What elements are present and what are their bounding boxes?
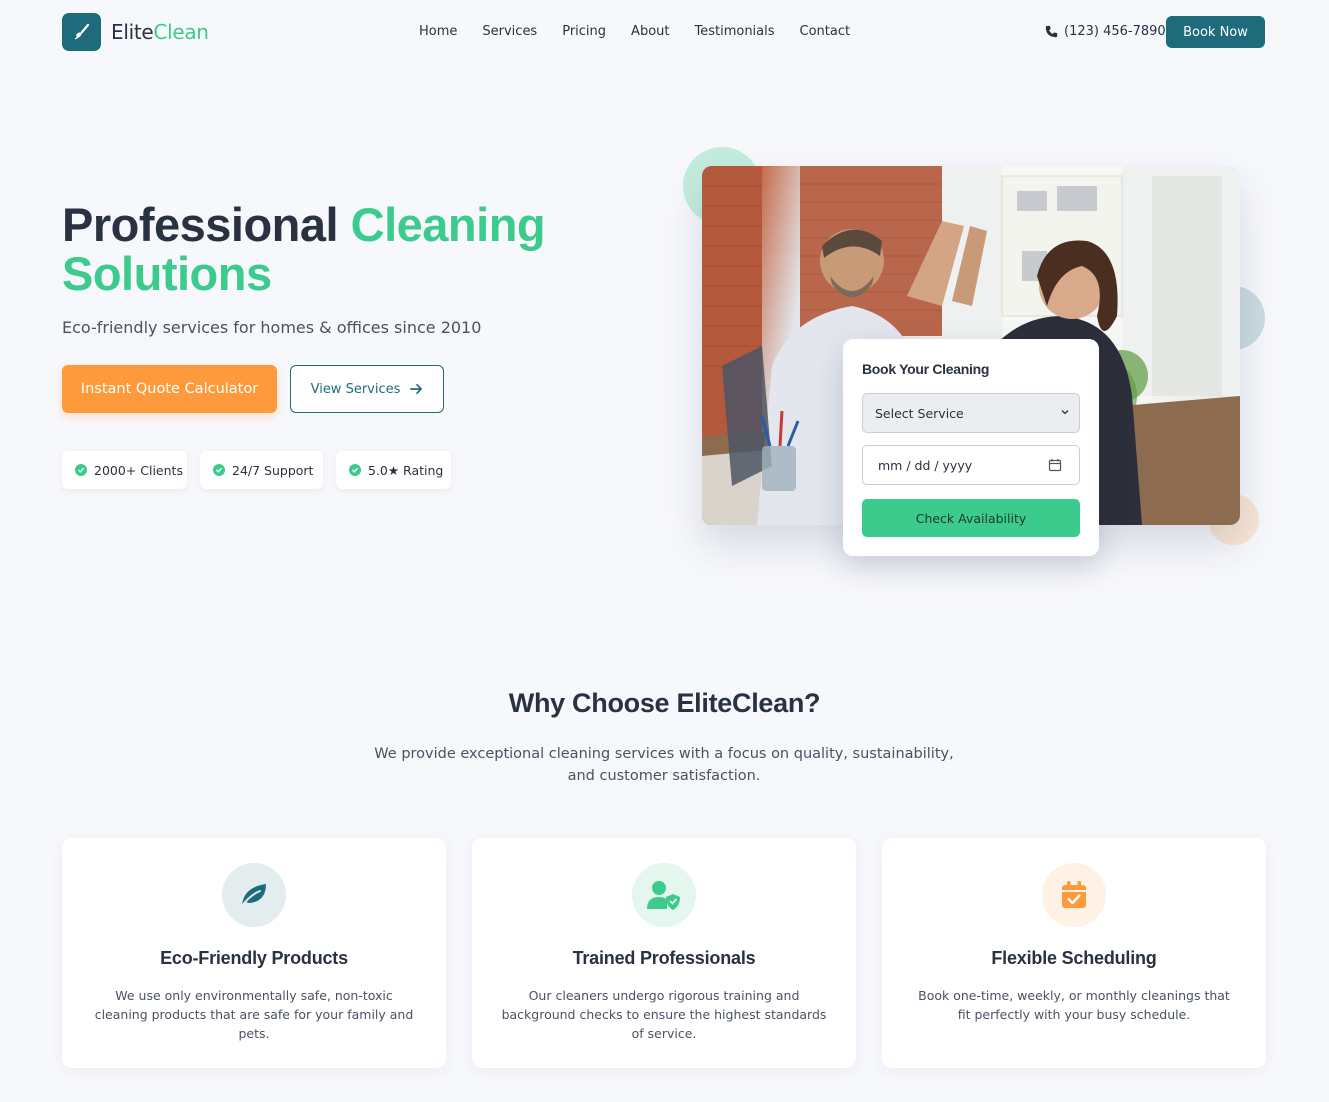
badge-label: 5.0★ Rating — [368, 462, 444, 478]
card-text: Book one-time, weekly, or monthly cleani… — [918, 988, 1230, 1022]
section-subtitle: We provide exceptional cleaning services… — [374, 746, 954, 784]
card-title: Flexible Scheduling — [991, 948, 1157, 968]
check-circle-icon — [75, 464, 87, 476]
check-circle-icon — [349, 464, 361, 476]
broom-icon[interactable] — [62, 13, 101, 51]
top-nav: EliteClean Home Services Pricing About T… — [0, 0, 1329, 64]
calendar-check-icon — [1042, 863, 1106, 927]
view-services-button[interactable]: View Services — [290, 365, 444, 413]
nav-item-pricing[interactable]: Pricing — [562, 24, 606, 39]
hero-title-part1: Professional — [62, 198, 351, 251]
calendar-icon[interactable] — [1048, 458, 1062, 472]
booking-form-card: Book Your Cleaning Select Service mm / d… — [843, 339, 1099, 556]
date-input-placeholder: mm / dd / yyyy — [878, 457, 973, 473]
view-services-label: View Services — [310, 381, 401, 397]
nav-menu: Home Services Pricing About Testimonials… — [419, 24, 875, 39]
feature-card-eco: Eco-Friendly Products We use only enviro… — [62, 838, 446, 1068]
badge-label: 2000+ Clients — [94, 462, 183, 478]
badge-support: 24/7 Support — [200, 451, 323, 489]
leaf-icon — [222, 863, 286, 927]
hero-title: Professional Cleaning Solutions — [62, 200, 622, 298]
service-select[interactable]: Select Service — [862, 393, 1080, 433]
nav-item-services[interactable]: Services — [482, 24, 537, 39]
nav-item-about[interactable]: About — [631, 24, 669, 39]
badge-label: 24/7 Support — [232, 462, 314, 478]
service-select-value: Select Service — [875, 405, 964, 421]
nav-item-testimonials[interactable]: Testimonials — [694, 24, 774, 39]
card-text: We use only environmentally safe, non-to… — [94, 988, 414, 1041]
check-circle-icon — [213, 464, 225, 476]
card-text: Our cleaners undergo rigorous training a… — [501, 988, 827, 1041]
feature-card-professionals: Trained Professionals Our cleaners under… — [472, 838, 856, 1068]
section-title: Why Choose EliteClean? — [508, 688, 821, 718]
phone-link[interactable]: (123) 456-7890 — [1045, 24, 1166, 39]
brand-name[interactable]: EliteClean — [111, 20, 209, 44]
brand-name-part1: Elite — [111, 20, 154, 44]
card-title: Eco-Friendly Products — [160, 948, 348, 968]
chevron-down-icon — [1061, 410, 1069, 415]
nav-item-contact[interactable]: Contact — [800, 24, 851, 39]
user-shield-icon — [632, 863, 696, 927]
date-input[interactable]: mm / dd / yyyy — [862, 445, 1080, 485]
phone-number: (123) 456-7890 — [1064, 24, 1166, 39]
arrow-right-icon — [410, 383, 423, 395]
check-availability-button[interactable]: Check Availability — [862, 499, 1080, 537]
badge-clients: 2000+ Clients — [62, 451, 187, 489]
booking-title: Book Your Cleaning — [862, 361, 990, 377]
brand-name-part2: Clean — [153, 20, 209, 44]
nav-item-home[interactable]: Home — [419, 24, 457, 39]
card-title: Trained Professionals — [572, 948, 756, 968]
instant-quote-button[interactable]: Instant Quote Calculator — [62, 365, 277, 413]
badge-rating: 5.0★ Rating — [336, 451, 451, 489]
book-now-button[interactable]: Book Now — [1166, 16, 1265, 48]
phone-icon — [1045, 25, 1058, 38]
feature-card-scheduling: Flexible Scheduling Book one-time, weekl… — [882, 838, 1266, 1068]
hero-subtitle: Eco-friendly services for homes & office… — [62, 318, 482, 337]
